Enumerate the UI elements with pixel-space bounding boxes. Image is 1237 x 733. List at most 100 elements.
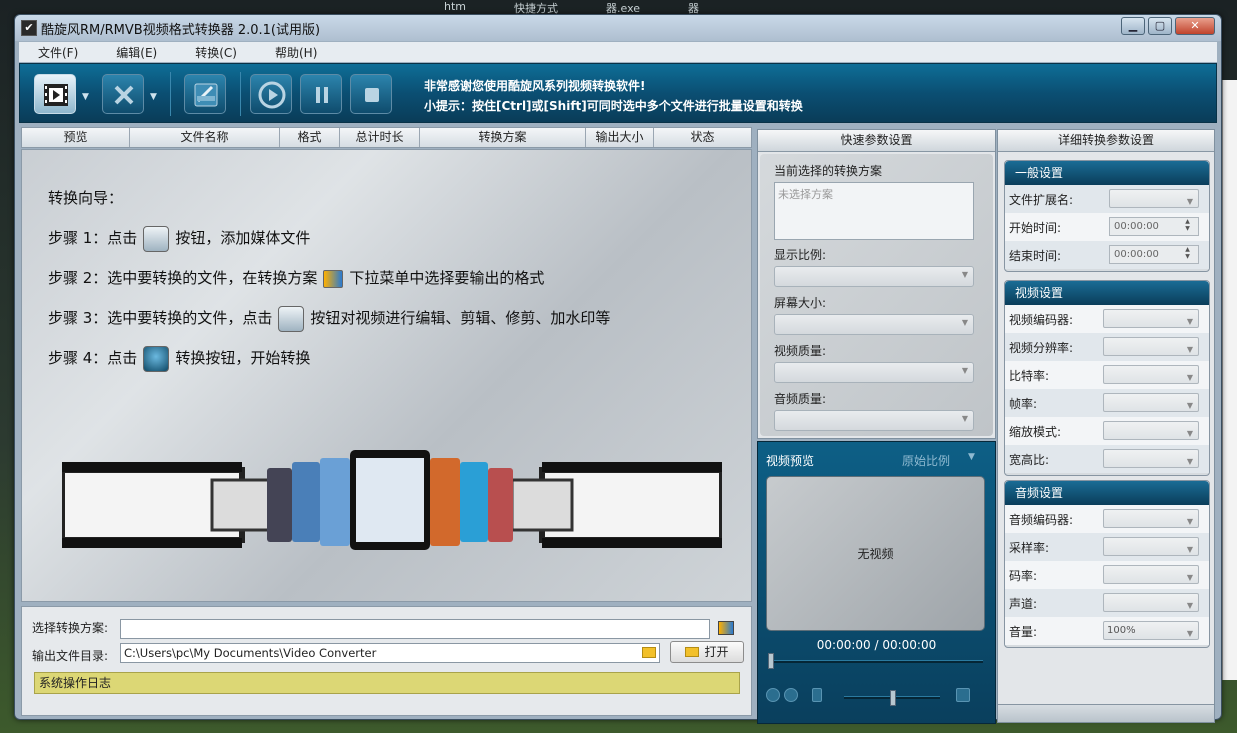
audio-settings: 音频设置 音频编码器: 采样率: 码率: 声道: 音量: 100% bbox=[1004, 480, 1210, 648]
video-settings: 视频设置 视频编码器: 视频分辨率: 比特率: 帧率: 缩放模式: 宽高比: bbox=[1004, 280, 1210, 476]
preview-ratio-select[interactable]: 原始比例 bbox=[902, 452, 950, 469]
app-window: ✔ 酷旋风RM/RMVB视频格式转换器 2.0.1(试用版) ▁ ▢ ✕ 文件(… bbox=[14, 14, 1222, 724]
framerate-select[interactable] bbox=[1103, 393, 1199, 414]
scheme-input[interactable] bbox=[120, 619, 710, 639]
bitrate-label: 比特率: bbox=[1009, 368, 1050, 383]
scheme-label: 选择转换方案: bbox=[32, 621, 109, 635]
open-label: 打开 bbox=[704, 645, 729, 659]
volume-icon[interactable] bbox=[812, 688, 822, 702]
thanks-message: 非常感谢您使用酷旋风系列视频转换软件! bbox=[424, 79, 646, 93]
close-button[interactable]: ✕ bbox=[1175, 17, 1215, 35]
menu-file[interactable]: 文件(F) bbox=[19, 44, 97, 61]
end-time-row: 结束时间: 00:00:00 bbox=[1005, 241, 1209, 269]
column-format[interactable]: 格式 bbox=[280, 128, 340, 147]
menu-convert[interactable]: 转换(C) bbox=[176, 44, 256, 61]
background-window-edge bbox=[1222, 80, 1237, 680]
remove-button[interactable] bbox=[102, 74, 144, 114]
preview-screen: 无视频 bbox=[766, 476, 985, 631]
file-list-area[interactable]: 转换向导： 步骤 1：点击 按钮，添加媒体文件 步骤 2：选中要转换的文件，在转换… bbox=[21, 149, 752, 602]
audio-codec-select[interactable] bbox=[1103, 509, 1199, 530]
scheme-icon bbox=[323, 269, 344, 288]
open-folder-button[interactable]: 打开 bbox=[670, 641, 744, 663]
video-row: 比特率: bbox=[1005, 361, 1209, 389]
audio-quality-select[interactable] bbox=[774, 410, 974, 431]
quick-settings-panel: 快速参数设置 当前选择的转换方案 未选择方案 显示比例: 屏幕大小: 视频质量:… bbox=[757, 129, 996, 439]
play-icon[interactable] bbox=[766, 688, 780, 702]
step3-text-b: 按钮对视频进行编辑、剪辑、修剪、加水印等 bbox=[310, 309, 611, 327]
volume-slider[interactable] bbox=[844, 690, 940, 706]
detail-settings-panel: 详细转换参数设置 一般设置 文件扩展名: 开始时间: 00:00:00 结束时间:… bbox=[997, 129, 1215, 723]
column-status[interactable]: 状态 bbox=[654, 128, 751, 147]
menu-help[interactable]: 帮助(H) bbox=[256, 44, 336, 61]
audio-bitrate-select[interactable] bbox=[1103, 565, 1199, 586]
output-dir-input[interactable]: C:\Users\pc\My Documents\Video Converter bbox=[120, 643, 660, 663]
scale-mode-label: 缩放模式: bbox=[1009, 424, 1062, 439]
aspect-select[interactable] bbox=[774, 266, 974, 287]
add-dropdown-arrow[interactable]: ▼ bbox=[82, 92, 89, 102]
bitrate-select[interactable] bbox=[1103, 365, 1199, 386]
column-scheme[interactable]: 转换方案 bbox=[420, 128, 586, 147]
column-preview[interactable]: 预览 bbox=[22, 128, 130, 147]
start-time-label: 开始时间: bbox=[1009, 220, 1062, 235]
audio-settings-title: 音频设置 bbox=[1005, 481, 1209, 505]
menu-bar: 文件(F) 编辑(E) 转换(C) 帮助(H) bbox=[19, 42, 1217, 62]
volume-handle[interactable] bbox=[890, 690, 896, 706]
chevron-down-icon[interactable]: ▼ bbox=[968, 452, 975, 462]
remove-dropdown-arrow[interactable]: ▼ bbox=[150, 92, 157, 102]
general-settings: 一般设置 文件扩展名: 开始时间: 00:00:00 结束时间: 00:00:00 bbox=[1004, 160, 1210, 272]
current-scheme-box[interactable]: 未选择方案 bbox=[774, 182, 974, 240]
aspect-ratio-select[interactable] bbox=[1103, 449, 1199, 470]
resolution-select[interactable] bbox=[1103, 337, 1199, 358]
framerate-label: 帧率: bbox=[1009, 396, 1038, 411]
ext-label: 文件扩展名: bbox=[1009, 192, 1074, 207]
folder-icon[interactable] bbox=[642, 647, 656, 658]
edit-video-button[interactable] bbox=[184, 74, 226, 114]
add-file-button[interactable] bbox=[34, 74, 76, 114]
volume-select[interactable]: 100% bbox=[1103, 621, 1199, 642]
tip-message: 小提示：按住[Ctrl]或[Shift]可同时选中多个文件进行批量设置和转换 bbox=[424, 99, 803, 113]
step1-text-b: 按钮，添加媒体文件 bbox=[175, 229, 311, 247]
general-settings-title: 一般设置 bbox=[1005, 161, 1209, 185]
operation-log[interactable]: 系统操作日志 bbox=[34, 672, 740, 694]
audio-codec-label: 音频编码器: bbox=[1009, 512, 1074, 527]
channels-select[interactable] bbox=[1103, 593, 1199, 614]
column-output-size[interactable]: 输出大小 bbox=[586, 128, 654, 147]
video-row: 视频编码器: bbox=[1005, 305, 1209, 333]
start-convert-button[interactable] bbox=[250, 74, 292, 114]
detail-settings-title: 详细转换参数设置 bbox=[998, 130, 1214, 152]
minimize-button[interactable]: ▁ bbox=[1121, 17, 1145, 35]
stop-button[interactable] bbox=[350, 74, 392, 114]
seek-handle[interactable] bbox=[768, 653, 774, 669]
guide-step-2: 步骤 2：选中要转换的文件，在转换方案 下拉菜单中选择要输出的格式 bbox=[48, 258, 610, 298]
ext-select[interactable] bbox=[1109, 189, 1199, 210]
column-duration[interactable]: 总计时长 bbox=[340, 128, 420, 147]
video-row: 帧率: bbox=[1005, 389, 1209, 417]
start-time-row: 开始时间: 00:00:00 bbox=[1005, 213, 1209, 241]
aspect-label: 显示比例: bbox=[774, 248, 827, 262]
snapshot-icon[interactable] bbox=[956, 688, 970, 702]
step1-text-a: 步骤 1：点击 bbox=[48, 229, 138, 247]
scheme-picker-icon[interactable] bbox=[718, 621, 734, 635]
audio-row: 音频编码器: bbox=[1005, 505, 1209, 533]
sample-rate-select[interactable] bbox=[1103, 537, 1199, 558]
seek-bar[interactable] bbox=[768, 653, 983, 669]
video-codec-label: 视频编码器: bbox=[1009, 312, 1074, 327]
step4-text-a: 步骤 4：点击 bbox=[48, 349, 138, 367]
preview-title: 视频预览 bbox=[766, 454, 815, 468]
video-quality-select[interactable] bbox=[774, 362, 974, 383]
video-preview-panel: 视频预览 原始比例 ▼ 无视频 00:00:00 / 00:00:00 bbox=[757, 441, 996, 724]
scale-mode-select[interactable] bbox=[1103, 421, 1199, 442]
pause-button[interactable] bbox=[300, 74, 342, 114]
maximize-button[interactable]: ▢ bbox=[1148, 17, 1172, 35]
end-time-input[interactable]: 00:00:00 bbox=[1109, 245, 1199, 264]
menu-edit[interactable]: 编辑(E) bbox=[97, 44, 176, 61]
edit-video-icon bbox=[194, 83, 218, 107]
audio-row: 码率: bbox=[1005, 561, 1209, 589]
start-time-input[interactable]: 00:00:00 bbox=[1109, 217, 1199, 236]
column-filename[interactable]: 文件名称 bbox=[130, 128, 280, 147]
video-codec-select[interactable] bbox=[1103, 309, 1199, 330]
step2-text-b: 下拉菜单中选择要输出的格式 bbox=[349, 269, 545, 287]
stop-icon[interactable] bbox=[784, 688, 798, 702]
screen-size-select[interactable] bbox=[774, 314, 974, 335]
delete-x-icon bbox=[114, 85, 134, 105]
